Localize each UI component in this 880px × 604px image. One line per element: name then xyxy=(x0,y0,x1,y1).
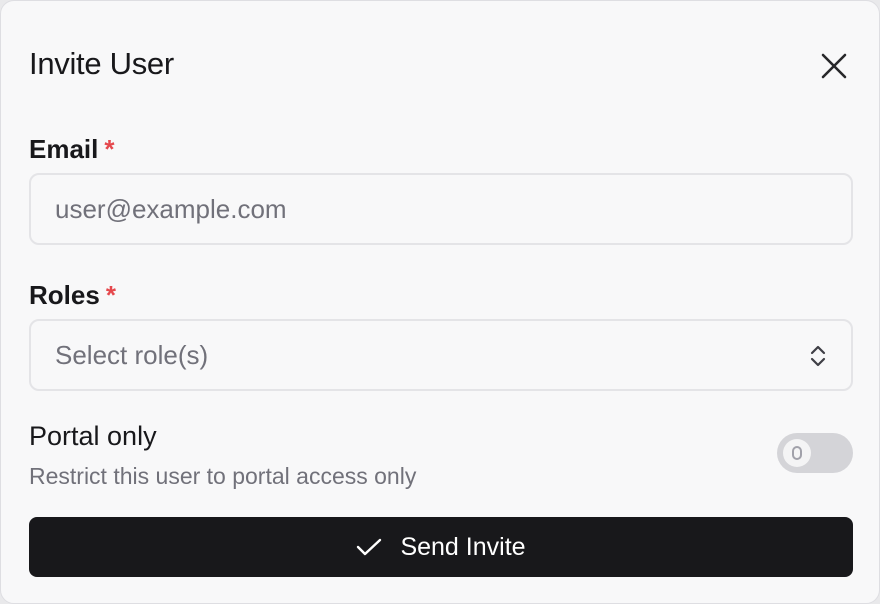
email-required-mark: * xyxy=(104,134,115,164)
close-button[interactable] xyxy=(817,49,851,83)
roles-select-value: Select role(s) xyxy=(55,340,209,370)
roles-label: Roles * xyxy=(29,279,116,311)
roles-required-mark: * xyxy=(105,280,116,310)
toggle-knob xyxy=(783,439,811,467)
close-icon xyxy=(821,53,847,79)
email-field-container xyxy=(29,173,853,245)
send-invite-label: Send Invite xyxy=(400,533,526,561)
email-label: Email * xyxy=(29,133,115,165)
email-label-text: Email xyxy=(29,134,99,164)
portal-only-title: Portal only xyxy=(29,421,157,451)
roles-label-text: Roles xyxy=(29,280,100,310)
roles-select[interactable]: Select role(s) xyxy=(29,319,853,391)
check-icon xyxy=(357,538,382,556)
toggle-off-indicator xyxy=(792,446,802,460)
chevron-up-down-icon xyxy=(810,345,826,367)
email-input[interactable] xyxy=(31,175,851,243)
send-invite-button[interactable]: Send Invite xyxy=(29,517,853,577)
portal-only-description: Restrict this user to portal access only xyxy=(29,463,417,489)
dialog-title: Invite User xyxy=(29,46,174,81)
portal-only-toggle[interactable] xyxy=(777,433,853,473)
invite-user-dialog: Invite User Email* Roles* Select role(s)… xyxy=(0,0,880,604)
